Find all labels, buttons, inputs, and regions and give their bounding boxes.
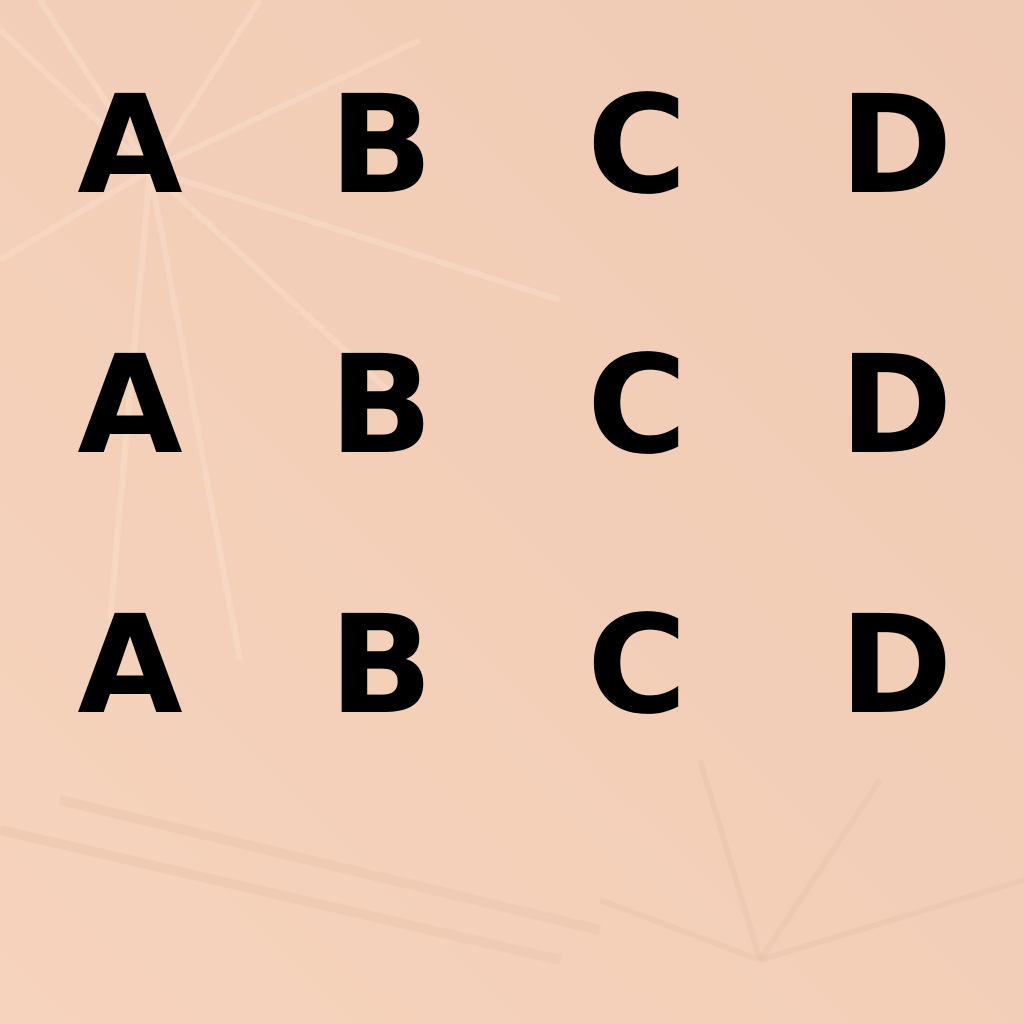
letter-c-row-2: C [587,327,687,485]
letter-b-row-3: B [329,587,433,745]
letter-d-row-3: D [839,587,953,745]
letter-a-row-3: A [77,587,183,745]
letter-b-row-1: B [329,67,433,225]
letter-d-row-1: D [839,67,953,225]
letter-b-row-2: B [329,327,433,485]
letter-a-row-2: A [77,327,183,485]
letter-grid: A B C D A B C D A B C D [0,0,1024,1024]
letter-c-row-3: C [587,587,687,745]
letter-a-row-1: A [77,67,183,225]
letter-c-row-1: C [587,67,687,225]
letter-d-row-2: D [839,327,953,485]
